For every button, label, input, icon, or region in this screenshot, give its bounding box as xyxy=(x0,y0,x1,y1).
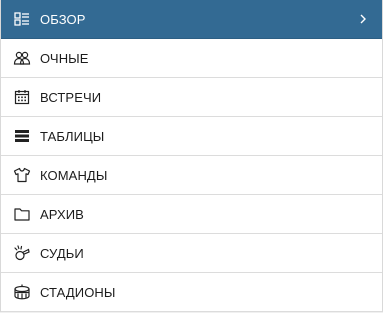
shirt-icon xyxy=(13,166,31,184)
menu-item-overview[interactable]: ОБЗОР xyxy=(1,0,382,39)
menu-item-tables[interactable]: ТАБЛИЦЫ xyxy=(1,117,382,156)
table-icon xyxy=(13,127,31,145)
menu-item-label: ОЧНЫЕ xyxy=(40,50,89,66)
menu-item-stadiums[interactable]: СТАДИОНЫ xyxy=(1,273,382,312)
menu-item-label: КОМАНДЫ xyxy=(40,167,108,183)
menu-item-label: ОБЗОР xyxy=(40,11,86,27)
menu-item-teams[interactable]: КОМАНДЫ xyxy=(1,156,382,195)
whistle-icon xyxy=(13,244,31,262)
menu-item-head-to-head[interactable]: ОЧНЫЕ xyxy=(1,39,382,78)
menu-item-label: АРХИВ xyxy=(40,206,84,222)
menu-item-referees[interactable]: СУДЬИ xyxy=(1,234,382,273)
menu-item-label: ВСТРЕЧИ xyxy=(40,89,102,105)
head-to-head-icon xyxy=(13,49,31,67)
menu-item-label: СТАДИОНЫ xyxy=(40,284,116,300)
stadium-icon xyxy=(13,283,31,301)
folder-icon xyxy=(13,205,31,223)
chevron-right-icon xyxy=(358,12,368,26)
menu-item-matches[interactable]: ВСТРЕЧИ xyxy=(1,78,382,117)
calendar-icon xyxy=(13,88,31,106)
menu-item-archive[interactable]: АРХИВ xyxy=(1,195,382,234)
menu-item-label: СУДЬИ xyxy=(40,245,84,261)
overview-icon xyxy=(13,10,31,28)
sidebar-menu: ОБЗОР ОЧНЫЕ ВСТРЕЧИ ТАБЛИЦЫ КОМАНДЫ АРХИ… xyxy=(0,0,383,312)
menu-item-label: ТАБЛИЦЫ xyxy=(40,128,105,144)
